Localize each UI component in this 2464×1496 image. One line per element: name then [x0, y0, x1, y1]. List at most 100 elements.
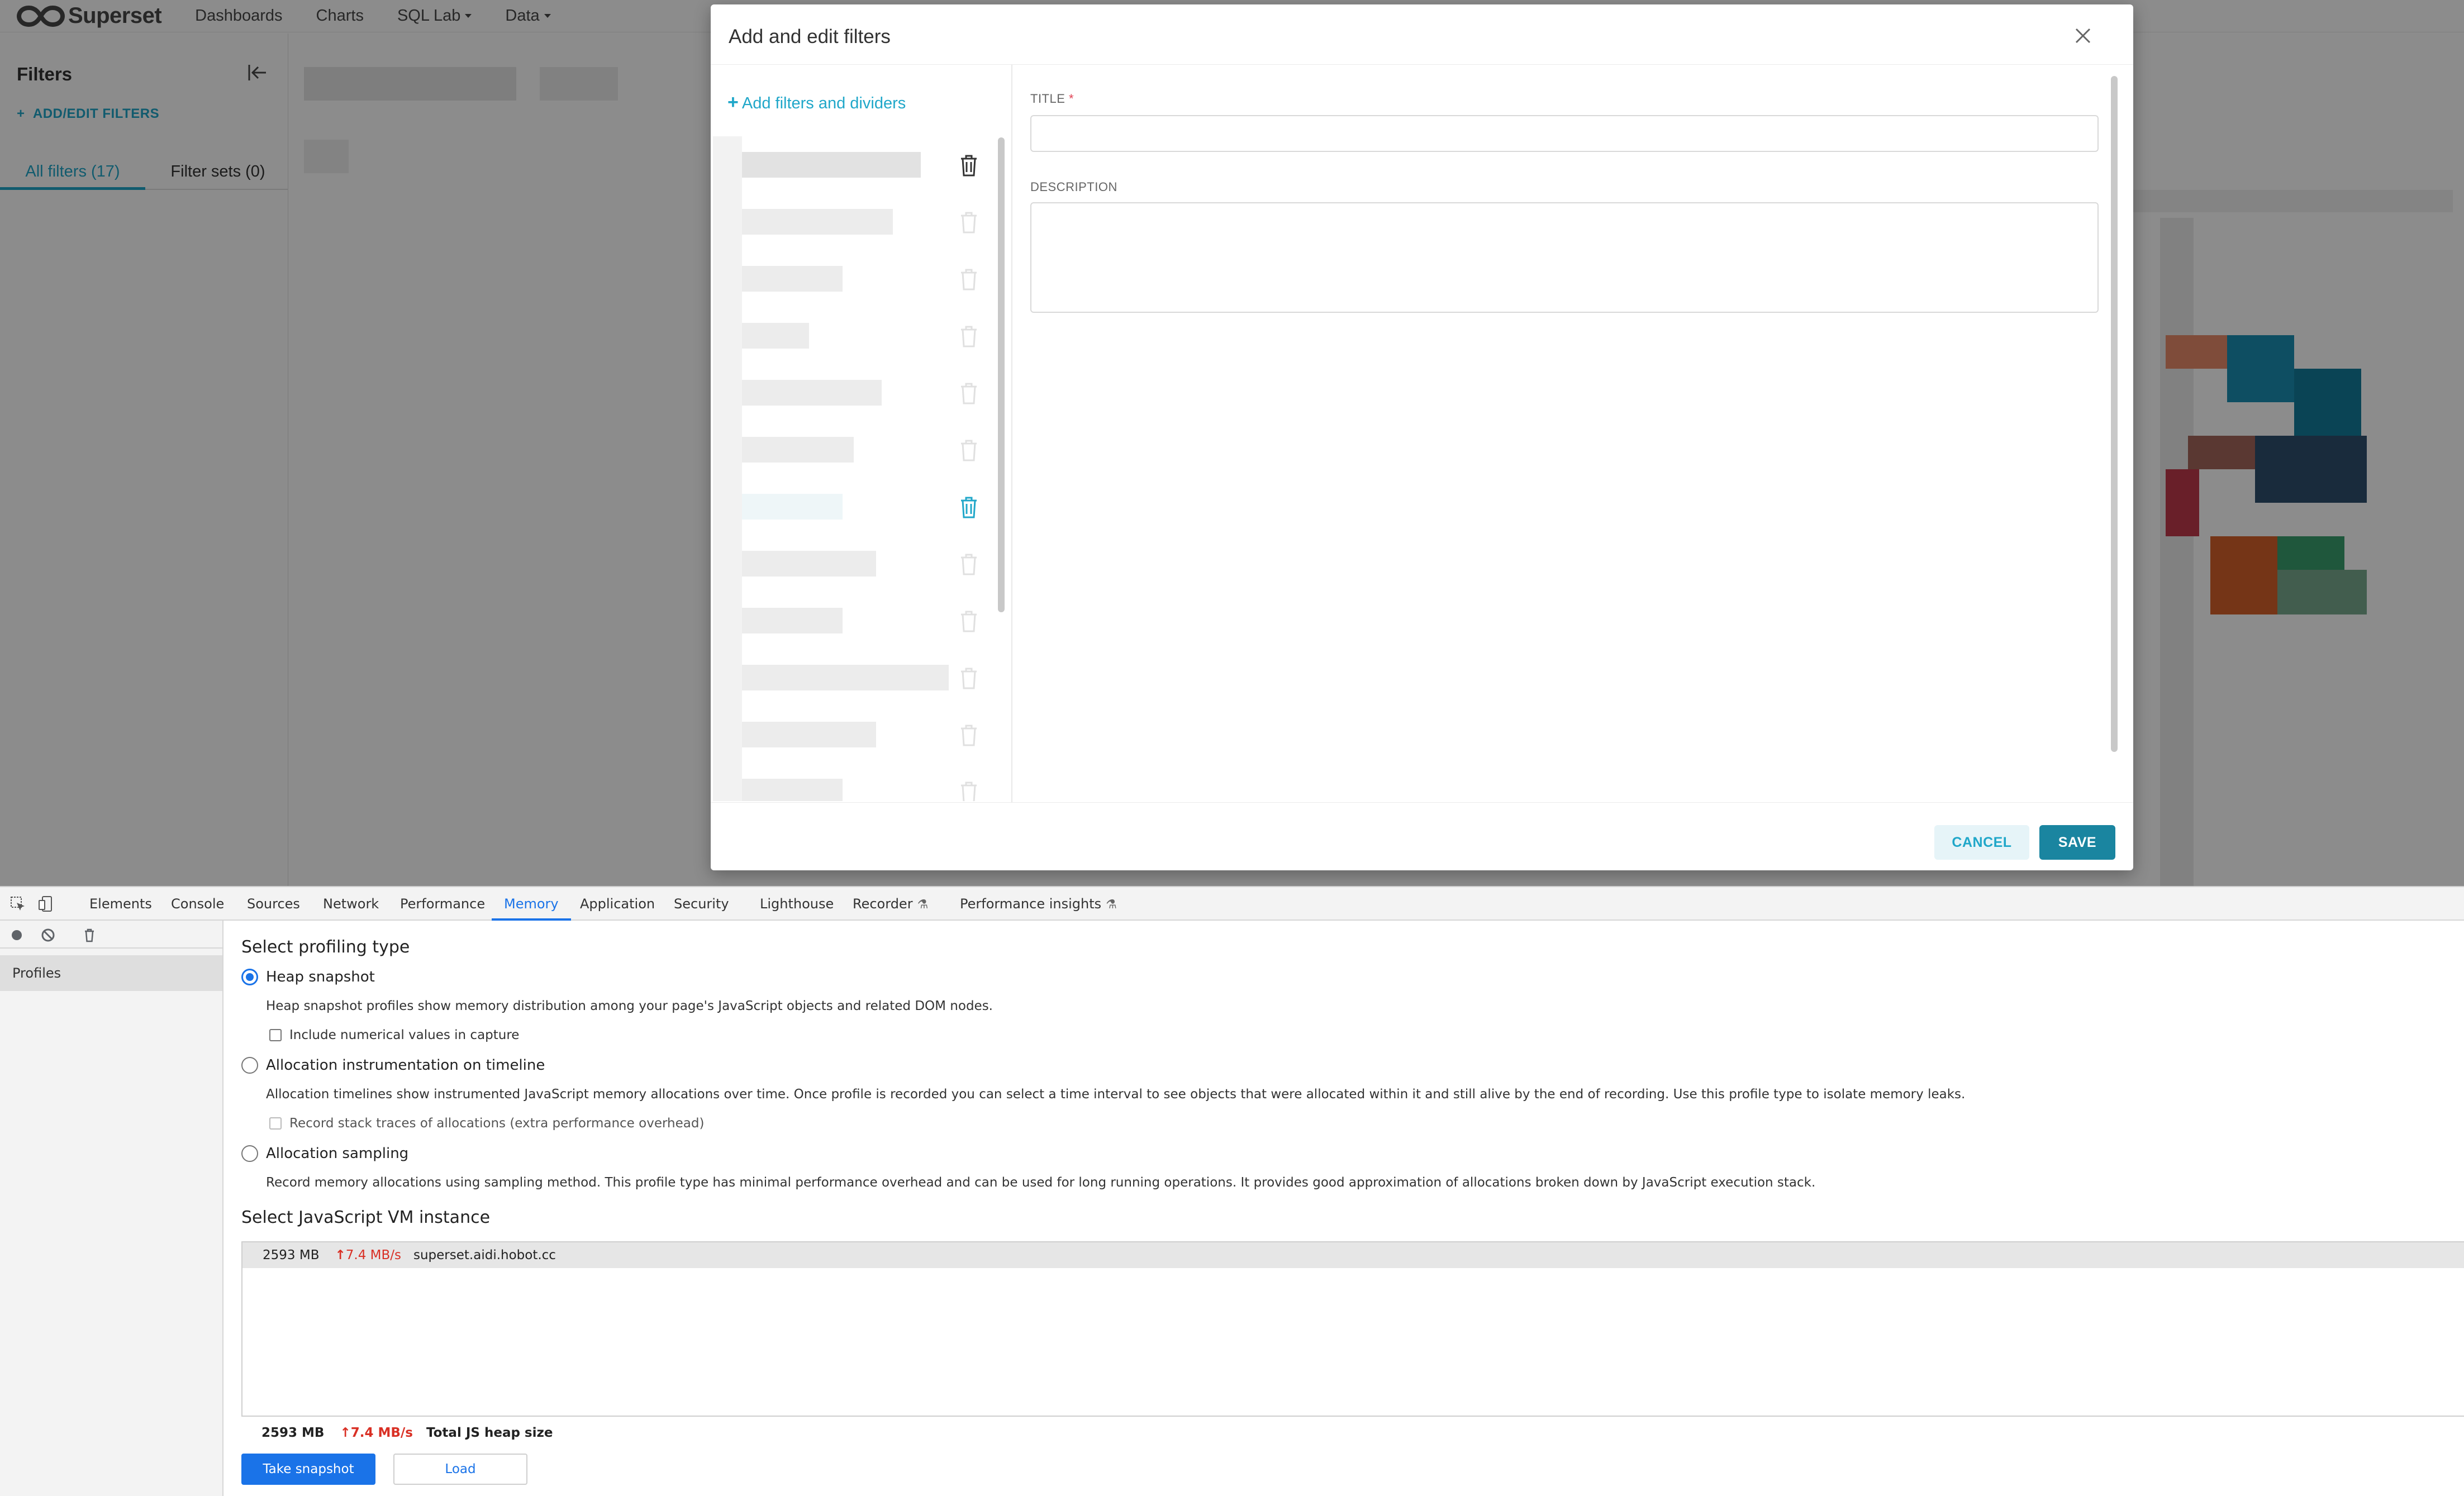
allocation-sampling-description: Record memory allocations using sampling… — [266, 1175, 1816, 1190]
filter-list-scrollbar[interactable] — [998, 137, 1005, 612]
load-button[interactable]: Load — [393, 1454, 527, 1485]
description-textarea[interactable] — [1030, 202, 2099, 313]
filter-list-item[interactable] — [713, 307, 992, 364]
modal-title: Add and edit filters — [729, 26, 891, 47]
devtools-tab-performance[interactable]: Performance — [400, 887, 485, 921]
total-heap-memory: 2593 MB — [261, 1426, 325, 1440]
modal-footer: CANCEL SAVE — [711, 802, 2133, 870]
devtools-tab-console[interactable]: Console — [171, 887, 224, 921]
trash-icon[interactable] — [958, 438, 980, 463]
filter-list-item[interactable] — [713, 193, 992, 250]
redacted-filter-name — [742, 323, 809, 349]
filter-list-item[interactable] — [713, 706, 992, 763]
filter-list-item[interactable] — [713, 592, 992, 649]
trash-icon[interactable] — [958, 666, 980, 690]
filter-list-item[interactable] — [713, 649, 992, 706]
arrow-up-icon: ↑ — [335, 1248, 346, 1262]
radio-unchecked[interactable] — [241, 1145, 258, 1162]
filter-list-item-hovered[interactable] — [713, 478, 992, 535]
title-input[interactable] — [1030, 115, 2099, 152]
allocation-sampling-option[interactable]: Allocation sampling — [241, 1145, 408, 1162]
filter-list-item[interactable] — [713, 763, 992, 801]
record-icon[interactable] — [8, 926, 26, 944]
vm-instance-rate-value: 7.4 MB/s — [345, 1248, 401, 1262]
devtools-tab-elements[interactable]: Elements — [89, 887, 152, 921]
inspect-element-icon[interactable] — [9, 895, 27, 913]
redacted-filter-name — [742, 551, 876, 577]
devtools-tab-network[interactable]: Network — [323, 887, 379, 921]
checkbox[interactable] — [269, 1117, 282, 1130]
performance-insights-label: Performance insights — [960, 896, 1102, 912]
arrow-up-icon: ↑ — [340, 1426, 351, 1440]
redacted-filter-name — [742, 722, 876, 747]
devtools-tab-application[interactable]: Application — [580, 887, 655, 921]
devtools-tab-lighthouse[interactable]: Lighthouse — [760, 887, 834, 921]
redacted-block — [713, 193, 742, 250]
trash-icon[interactable] — [958, 153, 980, 178]
record-stack-traces-label: Record stack traces of allocations (extr… — [289, 1116, 705, 1131]
total-heap-size: 2593 MB ↑7.4 MB/s Total JS heap size — [261, 1426, 553, 1440]
trash-icon[interactable] — [958, 324, 980, 349]
redacted-block — [713, 136, 742, 193]
collect-garbage-icon[interactable] — [80, 926, 98, 944]
title-field-label: TITLE * — [1030, 92, 1074, 106]
devtools-tab-sources[interactable]: Sources — [247, 887, 300, 921]
vm-instance-row[interactable]: 2593 MB ↑7.4 MB/s superset.aidi.hobot.cc — [242, 1242, 2464, 1268]
take-snapshot-button[interactable]: Take snapshot — [241, 1454, 375, 1485]
filter-list-item[interactable] — [713, 250, 992, 307]
redacted-block — [713, 250, 742, 307]
filter-list-item[interactable] — [713, 421, 992, 478]
filter-list-item[interactable] — [713, 535, 992, 592]
radio-unchecked[interactable] — [241, 1057, 258, 1074]
plus-icon: + — [727, 92, 739, 113]
redacted-block — [713, 364, 742, 421]
trash-icon[interactable] — [958, 609, 980, 633]
devtools-tab-recorder[interactable]: Recorder ⚗ — [853, 887, 928, 921]
flask-icon: ⚗ — [1106, 898, 1117, 912]
devtools-panel: Elements Console Sources Network Perform… — [0, 886, 2464, 1496]
allocation-timeline-label: Allocation instrumentation on timeline — [266, 1057, 545, 1074]
cancel-button[interactable]: CANCEL — [1934, 825, 2029, 860]
redacted-filter-name — [742, 152, 921, 178]
recorder-label: Recorder — [853, 896, 913, 912]
radio-checked[interactable] — [241, 969, 258, 985]
clear-icon[interactable] — [39, 926, 57, 944]
trash-icon[interactable] — [958, 381, 980, 406]
allocation-sampling-label: Allocation sampling — [266, 1145, 409, 1162]
redacted-block — [713, 307, 742, 364]
devtools-tabbar: Elements Console Sources Network Perform… — [0, 887, 2464, 921]
trash-icon[interactable] — [958, 780, 980, 801]
checkbox[interactable] — [269, 1029, 282, 1041]
trash-icon[interactable] — [958, 552, 980, 577]
required-marker: * — [1069, 92, 1074, 106]
add-filters-and-dividers-button[interactable]: + Add filters and dividers — [727, 92, 906, 113]
trash-icon[interactable] — [958, 210, 980, 235]
total-heap-rate: ↑7.4 MB/s — [340, 1426, 413, 1440]
redacted-filter-name — [742, 209, 893, 235]
devtools-tab-performance-insights[interactable]: Performance insights ⚗ — [960, 887, 1117, 921]
devtools-sidebar: Profiles — [0, 921, 223, 1496]
devtools-tab-security[interactable]: Security — [674, 887, 729, 921]
redacted-block — [713, 649, 742, 706]
profiling-type-title: Select profiling type — [241, 937, 410, 957]
save-button[interactable]: SAVE — [2039, 825, 2115, 860]
close-icon[interactable] — [2072, 25, 2094, 47]
memory-toolbar — [0, 921, 223, 949]
trash-icon[interactable] — [958, 495, 980, 520]
redacted-filter-name — [742, 380, 882, 406]
filter-list-item[interactable] — [713, 364, 992, 421]
record-stack-traces-checkbox[interactable]: Record stack traces of allocations (extr… — [269, 1116, 704, 1131]
trash-icon[interactable] — [958, 723, 980, 747]
redacted-block — [713, 535, 742, 592]
trash-icon[interactable] — [958, 267, 980, 292]
config-panel-scrollbar[interactable] — [2111, 76, 2118, 752]
redacted-block — [713, 592, 742, 649]
allocation-timeline-option[interactable]: Allocation instrumentation on timeline — [241, 1057, 545, 1074]
devtools-tab-memory[interactable]: Memory — [492, 887, 571, 921]
device-toolbar-icon[interactable] — [37, 895, 55, 913]
filter-list-item[interactable] — [713, 136, 992, 193]
profiles-sidebar-item[interactable]: Profiles — [0, 955, 222, 991]
include-numerical-values-checkbox[interactable]: Include numerical values in capture — [269, 1028, 519, 1042]
filter-list — [713, 136, 992, 801]
heap-snapshot-option[interactable]: Heap snapshot — [241, 969, 375, 985]
